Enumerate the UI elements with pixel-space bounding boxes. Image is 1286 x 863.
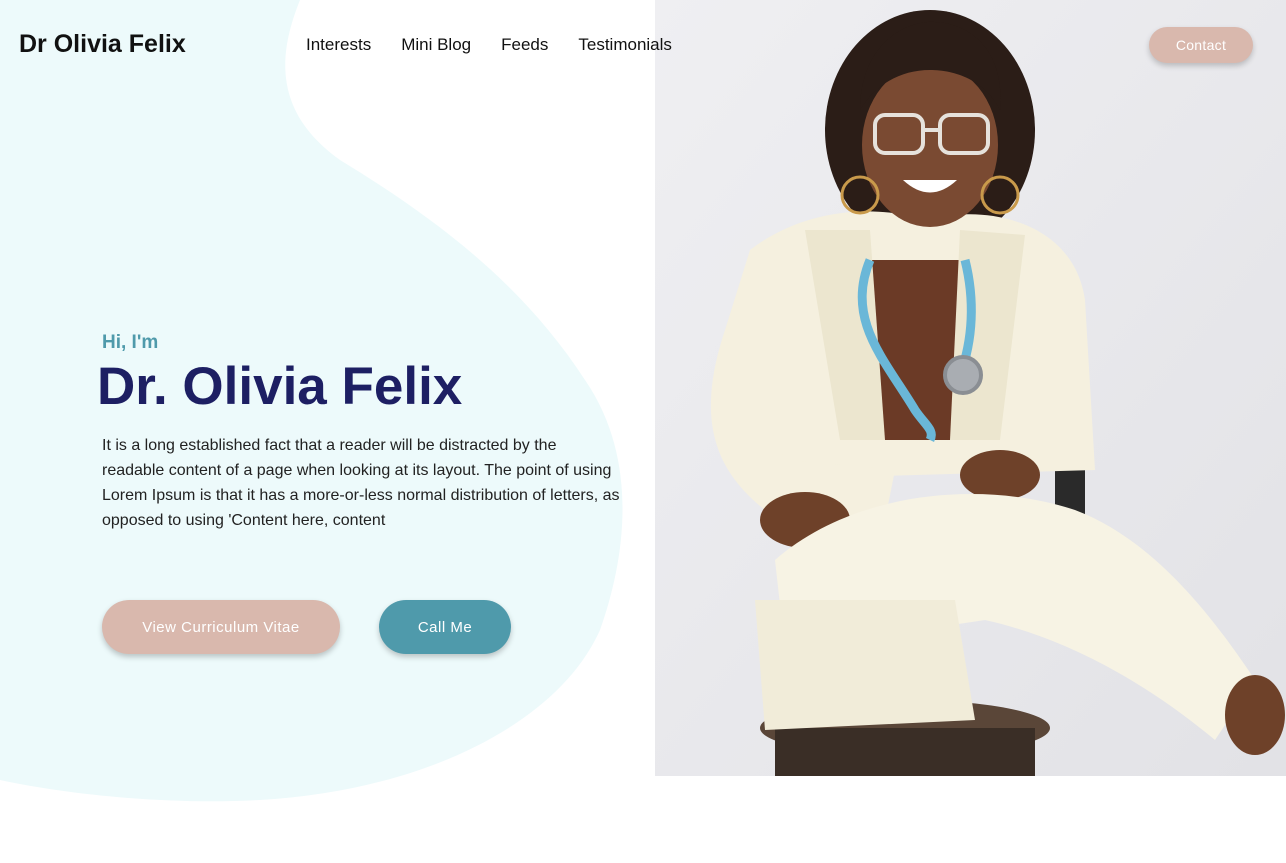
- hero-greeting: Hi, I'm: [102, 332, 159, 353]
- doctor-photo: [655, 0, 1286, 776]
- hero-title: Dr. Olivia Felix: [97, 357, 463, 416]
- contact-button[interactable]: Contact: [1149, 27, 1253, 63]
- view-cv-button[interactable]: View Curriculum Vitae: [102, 600, 340, 654]
- nav-item-mini-blog[interactable]: Mini Blog: [401, 35, 471, 55]
- site-brand[interactable]: Dr Olivia Felix: [19, 30, 186, 59]
- nav-item-interests[interactable]: Interests: [306, 35, 371, 55]
- nav-item-testimonials[interactable]: Testimonials: [578, 35, 672, 55]
- main-nav: Interests Mini Blog Feeds Testimonials: [306, 35, 672, 55]
- hero-description: It is a long established fact that a rea…: [102, 437, 620, 529]
- nav-item-feeds[interactable]: Feeds: [501, 35, 548, 55]
- call-me-button[interactable]: Call Me: [379, 600, 511, 654]
